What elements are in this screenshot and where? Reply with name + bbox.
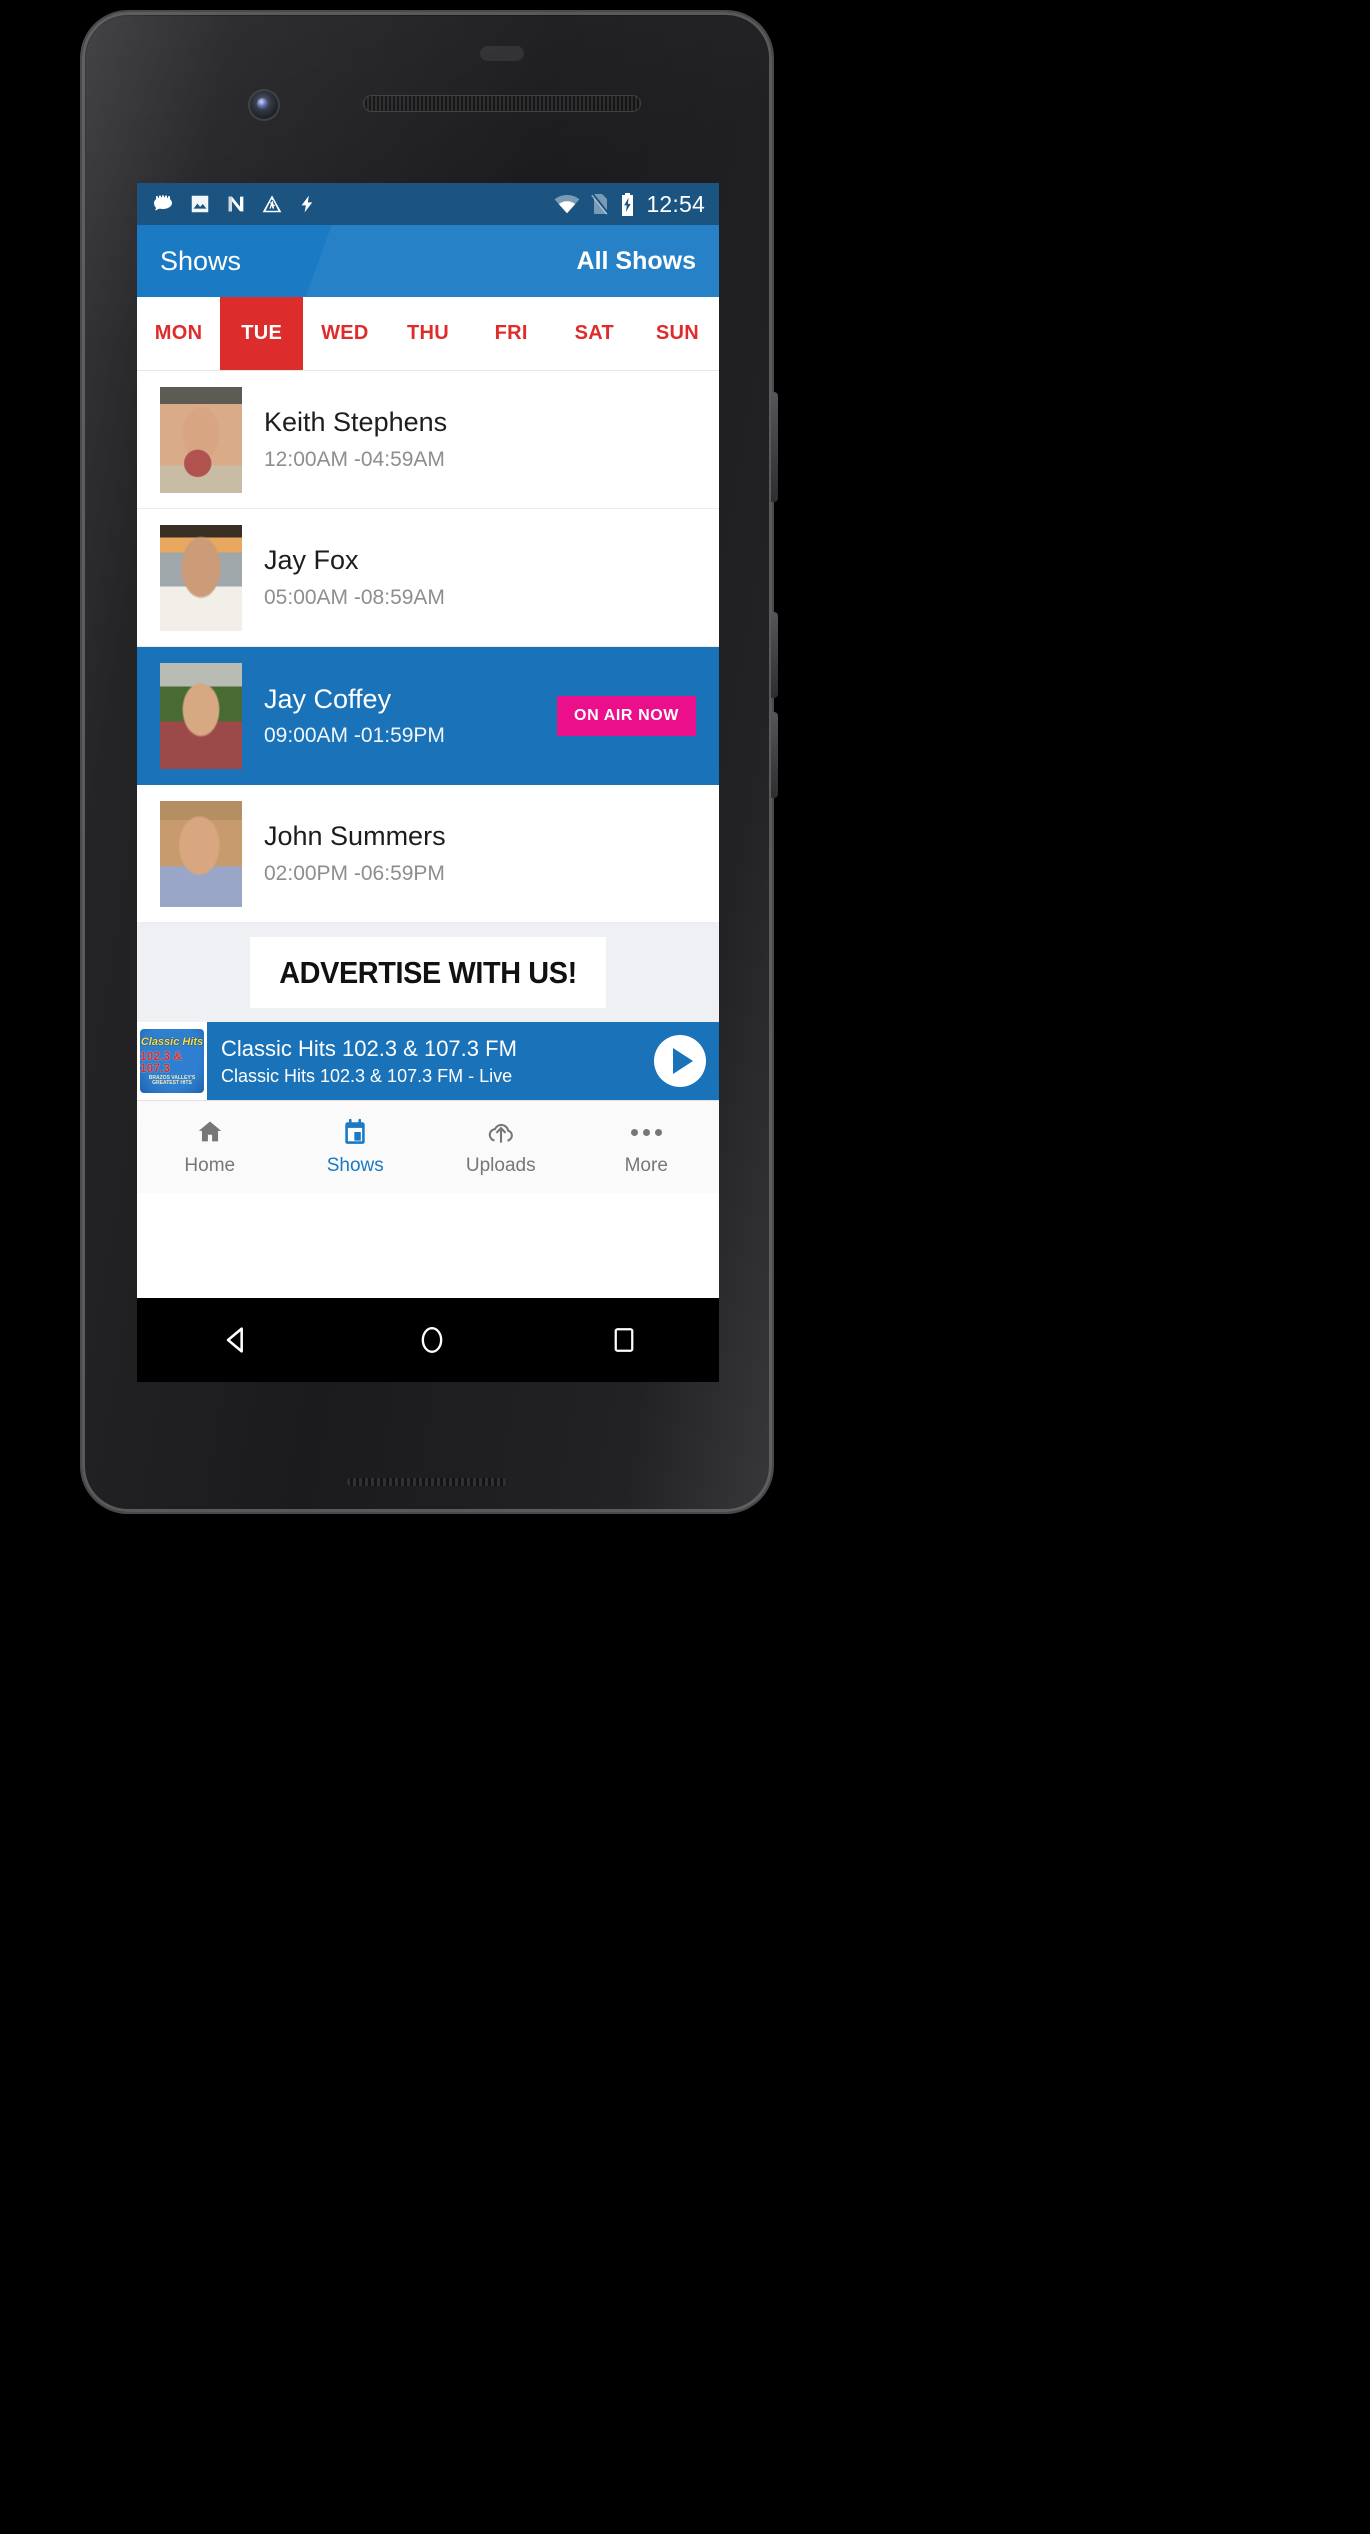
app-bar: Shows All Shows (137, 225, 719, 297)
phone-screen: 12:54 Shows All Shows MON TUE WED THU FR… (137, 183, 719, 1298)
show-host-name: Jay Fox (264, 545, 359, 576)
android-system-nav-bar (137, 1298, 719, 1382)
show-meta: Jay Fox 05:00AM -08:59AM (264, 545, 445, 609)
status-bar-notification-icons (151, 192, 317, 216)
show-meta: Jay Coffey 09:00AM -01:59PM (264, 684, 445, 748)
advertisement-text: ADVERTISE WITH US! (279, 954, 577, 990)
show-list-item-on-air[interactable]: Jay Coffey 09:00AM -01:59PM ON AIR NOW (137, 647, 719, 785)
tab-tue[interactable]: TUE (220, 297, 304, 370)
show-time-range: 09:00AM -01:59PM (264, 724, 445, 748)
calendar-icon (342, 1117, 368, 1147)
more-dots-icon (630, 1117, 662, 1147)
show-time-range: 02:00PM -06:59PM (264, 861, 445, 885)
show-host-name: John Summers (264, 821, 446, 852)
avatar (160, 663, 242, 769)
player-now-playing: Classic Hits 102.3 & 107.3 FM - Live (221, 1065, 513, 1086)
station-logo-mark: Classic Hits 102.3 & 107.3 BRAZOS VALLEY… (140, 1029, 204, 1093)
avatar (160, 800, 242, 907)
status-badge: ON AIR NOW (557, 696, 696, 736)
advertisement-strip[interactable]: ADVERTISE WITH US! (137, 923, 719, 1022)
phone-top-slot (480, 46, 524, 61)
screenshot-canvas: 12:54 Shows All Shows MON TUE WED THU FR… (0, 0, 1370, 2534)
back-icon[interactable] (219, 1323, 253, 1357)
home-icon (196, 1117, 224, 1147)
play-button-circle (654, 1035, 706, 1087)
tab-sun[interactable]: SUN (635, 297, 719, 370)
more-dots-group (630, 1128, 662, 1136)
bottom-speaker-grille (347, 1478, 507, 1486)
no-sim-icon (591, 193, 610, 215)
nav-item-home[interactable]: Home (137, 1101, 283, 1193)
station-logo-line2: 102.3 & 107.3 (140, 1048, 183, 1075)
status-bar-system-icons: 12:54 (554, 191, 705, 218)
nav-item-uploads[interactable]: Uploads (428, 1101, 574, 1193)
show-meta: John Summers 02:00PM -06:59PM (264, 821, 446, 885)
all-shows-button[interactable]: All Shows (577, 247, 696, 276)
advertisement-banner[interactable]: ADVERTISE WITH US! (250, 937, 606, 1008)
volume-button[interactable] (771, 392, 778, 502)
lightning-bolt-icon (301, 195, 313, 213)
home-circle-icon[interactable] (417, 1323, 447, 1357)
tab-sat[interactable]: SAT (552, 297, 636, 370)
avatar (160, 386, 242, 493)
status-bar-clock: 12:54 (646, 190, 705, 217)
show-host-name: Jay Coffey (264, 683, 392, 714)
player-text: Classic Hits 102.3 & 107.3 FM Classic Hi… (207, 1022, 641, 1100)
nav-item-shows[interactable]: Shows (283, 1101, 429, 1193)
nav-label-uploads: Uploads (465, 1155, 536, 1176)
station-logo-line3: BRAZOS VALLEY'S GREATEST HITS (148, 1074, 196, 1086)
show-list-item[interactable]: Keith Stephens 12:00AM -04:59AM (137, 371, 719, 509)
recents-square-icon[interactable] (611, 1325, 637, 1355)
nav-label-home: Home (184, 1155, 236, 1176)
nav-label-shows: Shows (326, 1155, 384, 1176)
tab-thu[interactable]: THU (386, 297, 470, 370)
play-button[interactable] (641, 1022, 719, 1100)
battery-charging-icon (622, 192, 634, 216)
show-time-range: 12:00AM -04:59AM (264, 447, 445, 471)
page-title: Shows (160, 245, 242, 276)
avatar (160, 524, 242, 631)
show-host-name: Keith Stephens (264, 407, 448, 438)
audio-player-bar: Classic Hits 102.3 & 107.3 BRAZOS VALLEY… (137, 1022, 719, 1100)
construction-warning-icon (262, 195, 282, 213)
side-button-lower[interactable] (771, 712, 778, 798)
nova-launcher-icon (228, 196, 244, 212)
nav-item-more[interactable]: More (574, 1101, 720, 1193)
power-button[interactable] (771, 612, 778, 698)
tab-mon[interactable]: MON (137, 297, 221, 370)
nav-label-more: More (624, 1155, 668, 1176)
show-meta: Keith Stephens 12:00AM -04:59AM (264, 407, 447, 471)
cloud-upload-icon (486, 1117, 516, 1147)
tab-fri[interactable]: FRI (469, 297, 553, 370)
bottom-navigation-bar: Home Shows Uploads More (137, 1100, 719, 1193)
front-camera (250, 91, 278, 119)
image-icon (191, 195, 209, 213)
station-logo-line1: Classic Hits (140, 1035, 204, 1048)
status-bar: 12:54 (137, 183, 719, 225)
earpiece-speaker (363, 95, 641, 112)
show-time-range: 05:00AM -08:59AM (264, 585, 445, 609)
chat-bubble-icon (154, 195, 172, 211)
play-icon (673, 1048, 693, 1074)
show-list: Keith Stephens 12:00AM -04:59AM Jay Fox … (137, 371, 719, 923)
show-list-item[interactable]: Jay Fox 05:00AM -08:59AM (137, 509, 719, 647)
player-station-title: Classic Hits 102.3 & 107.3 FM (221, 1035, 517, 1061)
tab-wed[interactable]: WED (303, 297, 387, 370)
wifi-icon (555, 195, 580, 214)
day-tab-bar: MON TUE WED THU FRI SAT SUN (137, 297, 719, 371)
show-list-item[interactable]: John Summers 02:00PM -06:59PM (137, 785, 719, 923)
station-logo: Classic Hits 102.3 & 107.3 BRAZOS VALLEY… (137, 1022, 207, 1100)
